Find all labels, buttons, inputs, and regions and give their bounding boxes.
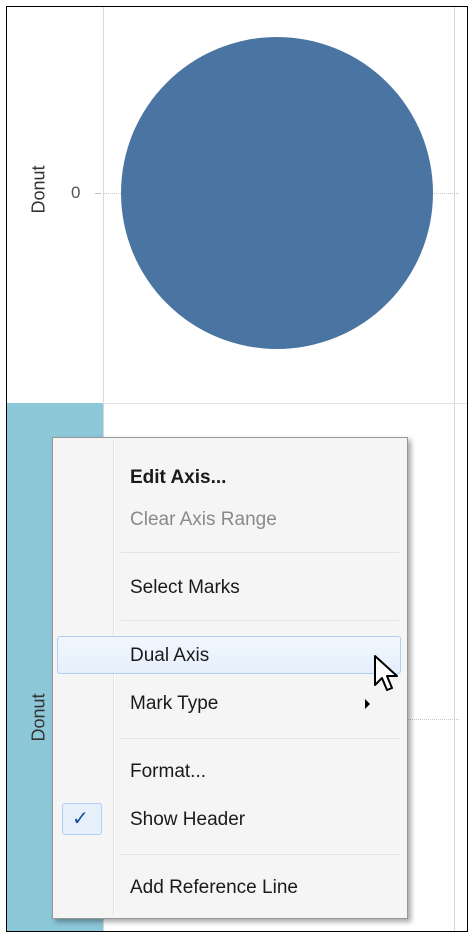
menu-item-add-reference-line[interactable]: Add Reference Line bbox=[57, 868, 401, 906]
menu-item-show-header[interactable]: ✓ Show Header bbox=[57, 800, 401, 838]
menu-separator bbox=[121, 552, 399, 553]
menu-separator bbox=[121, 854, 399, 855]
menu-item-mark-type[interactable]: Mark Type bbox=[57, 684, 401, 722]
menu-item-label: Add Reference Line bbox=[130, 877, 298, 898]
mouse-pointer-icon bbox=[374, 655, 398, 691]
menu-item-clear-axis-range[interactable]: Clear Axis Range bbox=[57, 500, 401, 538]
menu-separator bbox=[121, 620, 399, 621]
checkmark-icon: ✓ bbox=[72, 808, 89, 830]
menu-item-dual-axis[interactable]: Dual Axis bbox=[57, 636, 401, 674]
pane-divider bbox=[103, 403, 467, 404]
menu-item-label: Show Header bbox=[130, 809, 246, 830]
menu-item-label: Dual Axis bbox=[130, 645, 210, 666]
menu-item-label: Clear Axis Range bbox=[130, 509, 277, 530]
menu-item-label: Select Marks bbox=[130, 577, 240, 598]
menu-separator bbox=[121, 738, 399, 739]
pie-mark[interactable] bbox=[121, 37, 433, 349]
menu-item-label: Edit Axis... bbox=[130, 467, 227, 488]
checkmark-box: ✓ bbox=[62, 803, 102, 835]
menu-item-label: Mark Type bbox=[130, 693, 219, 714]
axis-tick-mark bbox=[95, 193, 101, 194]
row-header-label-bottom: Donut bbox=[28, 693, 49, 742]
menu-item-select-marks[interactable]: Select Marks bbox=[57, 568, 401, 606]
axis-context-menu: Edit Axis... Clear Axis Range Select Mar… bbox=[52, 437, 408, 919]
row-header-label-top: Donut bbox=[28, 165, 49, 214]
menu-item-format[interactable]: Format... bbox=[57, 752, 401, 790]
submenu-arrow-icon bbox=[365, 699, 370, 709]
row-header-top[interactable] bbox=[7, 7, 103, 403]
menu-item-label: Format... bbox=[130, 761, 207, 782]
pane-right-border bbox=[454, 7, 455, 931]
menu-item-edit-axis[interactable]: Edit Axis... bbox=[57, 458, 401, 496]
zero-gridline-bottom bbox=[407, 719, 459, 720]
axis-tick-label-zero: 0 bbox=[71, 183, 81, 202]
